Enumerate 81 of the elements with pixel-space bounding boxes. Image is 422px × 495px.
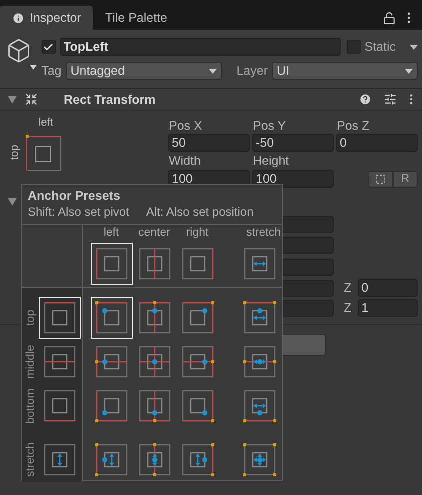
- field-label: Width: [168, 154, 202, 168]
- anchor-icon: [138, 389, 172, 423]
- pivot-hint: Shift: Also set pivot: [28, 205, 130, 219]
- anchor-icon: [180, 345, 214, 379]
- dashed-square-icon: [376, 174, 385, 184]
- active-checkbox[interactable]: [42, 40, 56, 54]
- layer-dropdown[interactable]: UI: [272, 62, 418, 80]
- row-label: middle: [24, 344, 38, 381]
- anchor-icon: [138, 301, 172, 335]
- anchor-horizontal-label: left: [38, 117, 54, 131]
- info-icon: [12, 12, 25, 24]
- number-field[interactable]: 0: [336, 134, 418, 152]
- number-field[interactable]: 1: [358, 299, 418, 317]
- anchor-icon: [243, 389, 277, 423]
- z-label: Z: [344, 301, 352, 315]
- anchor-icon: [243, 301, 277, 335]
- raw-edit-button[interactable]: R: [393, 170, 418, 188]
- settings-icon[interactable]: [384, 93, 397, 106]
- name-field[interactable]: TopLeft: [60, 38, 341, 56]
- rect-transform-icon: [25, 93, 38, 106]
- caret-icon: [208, 68, 217, 74]
- row-label: top: [24, 309, 38, 328]
- row-label: stretch: [24, 442, 38, 480]
- anchor-icon: [138, 247, 172, 281]
- static-label: Static: [364, 40, 396, 54]
- anchor-vertical-label: top: [9, 145, 21, 161]
- anchor-icon: [43, 301, 77, 335]
- anchor-preset-button[interactable]: [90, 243, 132, 285]
- anchor-icon: [94, 443, 128, 477]
- column-label: left: [104, 227, 120, 241]
- tag-dropdown[interactable]: Untagged: [66, 62, 222, 80]
- cube-icon[interactable]: [6, 38, 32, 64]
- anchor-preset-button[interactable]: [90, 297, 132, 339]
- anchor-icon: [43, 345, 77, 379]
- number-field[interactable]: 100: [252, 170, 334, 188]
- caret-icon: [405, 68, 413, 74]
- anchor-icon: [243, 345, 277, 379]
- anchor-icon: [94, 247, 128, 281]
- anchor-icon: [94, 389, 128, 423]
- checkmark-icon: [43, 42, 54, 52]
- number-field[interactable]: 50: [168, 134, 250, 152]
- number-field[interactable]: 0: [358, 279, 418, 297]
- lock-icon[interactable]: [383, 12, 396, 24]
- anchor-icon: [180, 389, 214, 423]
- column-label: center: [138, 227, 170, 241]
- anchor-preset-button[interactable]: [39, 297, 81, 339]
- tab[interactable]: Inspector: [0, 6, 94, 30]
- fold-arrow-icon[interactable]: [8, 96, 17, 104]
- fold-arrow-icon[interactable]: [8, 198, 17, 206]
- help-icon[interactable]: [359, 93, 372, 106]
- anchor-icon: [180, 443, 214, 477]
- column-label: right: [186, 227, 209, 241]
- anchor-icon: [243, 443, 277, 477]
- column-label: stretch: [246, 227, 281, 241]
- layer-label: Layer: [236, 64, 268, 78]
- caret-icon[interactable]: [30, 65, 37, 70]
- tag-label: Tag: [42, 64, 62, 78]
- anchor-icon: [180, 247, 214, 281]
- field-label: Pos X: [168, 119, 204, 133]
- anchor-widget[interactable]: [26, 133, 64, 171]
- z-label: Z: [344, 281, 352, 295]
- popup-title: Anchor Presets: [28, 189, 122, 203]
- static-checkbox[interactable]: [346, 40, 361, 54]
- blueprint-mode-button[interactable]: [368, 170, 393, 188]
- anchor-icon: [94, 301, 128, 335]
- anchor-icon: [94, 345, 128, 379]
- position-hint: Alt: Also set position: [146, 205, 254, 219]
- anchor-icon: [243, 247, 277, 281]
- tab[interactable]: Tile Palette: [93, 6, 180, 30]
- anchor-icon: [138, 443, 172, 477]
- anchor-icon: [43, 443, 77, 477]
- field-label: Pos Z: [336, 119, 371, 133]
- anchor-icon: [180, 301, 214, 335]
- anchor-icon: [43, 389, 77, 423]
- field-label: Pos Y: [252, 119, 288, 133]
- number-field[interactable]: -50: [252, 134, 334, 152]
- caret-icon[interactable]: [410, 44, 418, 50]
- component-title: Rect Transform: [64, 92, 156, 106]
- anchor-icon: [138, 345, 172, 379]
- row-label: bottom: [24, 387, 38, 426]
- field-label: Height: [252, 154, 290, 168]
